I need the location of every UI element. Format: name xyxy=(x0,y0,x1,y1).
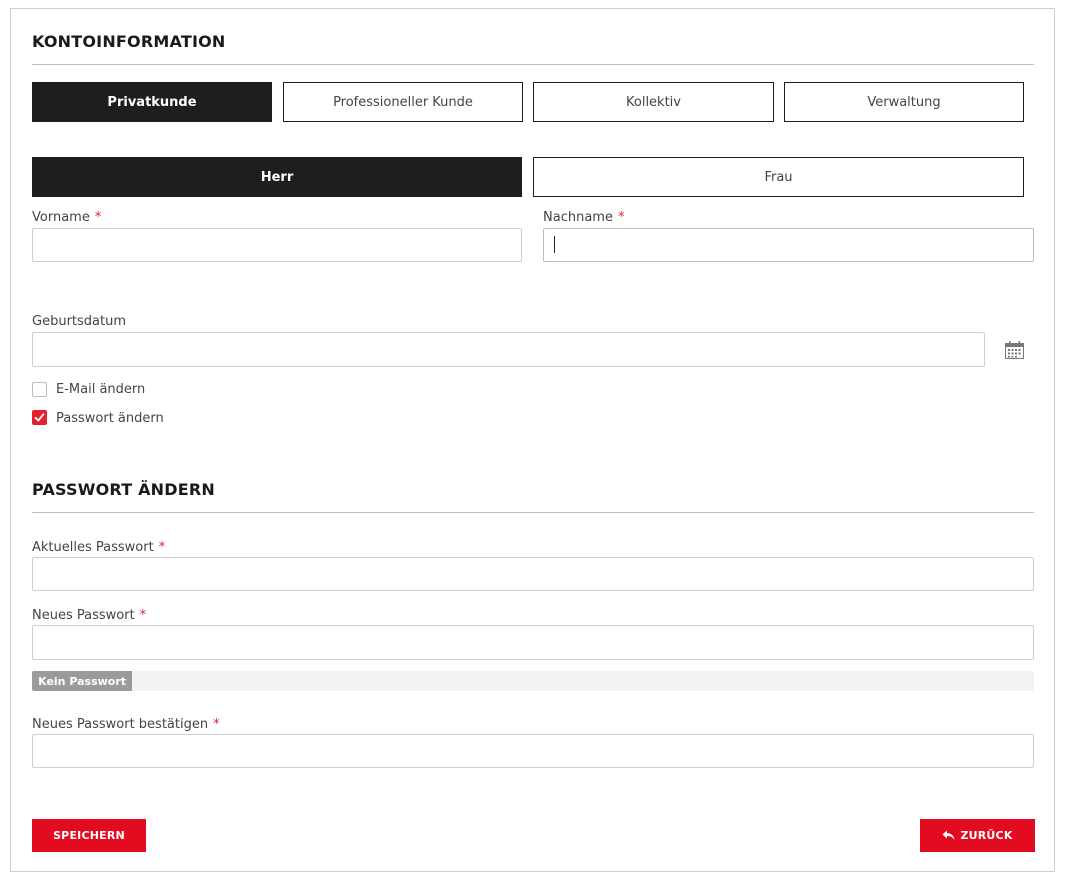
required-marker: * xyxy=(213,717,220,732)
password-strength-meter: Kein Passwort xyxy=(32,671,1034,691)
required-marker: * xyxy=(139,608,147,623)
account-form-card: KONTOINFORMATION Privatkunde Professione… xyxy=(10,8,1055,872)
current-password-input[interactable] xyxy=(32,557,1034,591)
checkmark-icon xyxy=(34,413,45,422)
reply-arrow-icon xyxy=(942,830,955,840)
salutation-herr[interactable]: Herr xyxy=(32,157,522,197)
account-section-title: KONTOINFORMATION xyxy=(32,32,226,51)
change-password-label: Passwort ändern xyxy=(56,411,164,426)
change-email-checkbox[interactable] xyxy=(32,382,47,397)
change-email-label: E-Mail ändern xyxy=(56,382,146,397)
customer-type-privatkunde[interactable]: Privatkunde xyxy=(32,82,272,122)
required-marker: * xyxy=(617,210,625,225)
text-cursor xyxy=(554,236,555,253)
new-password-input[interactable] xyxy=(32,625,1034,660)
birthdate-input[interactable] xyxy=(32,332,985,367)
current-password-label: Aktuelles Passwort * xyxy=(32,540,166,555)
confirm-password-input[interactable] xyxy=(32,734,1034,768)
customer-type-kollektiv[interactable]: Kollektiv xyxy=(533,82,774,122)
calendar-icon[interactable] xyxy=(1004,340,1025,360)
new-password-label: Neues Passwort * xyxy=(32,608,147,623)
password-section-title: PASSWORT ÄNDERN xyxy=(32,480,215,499)
change-password-checkbox[interactable] xyxy=(32,410,47,425)
last-name-field xyxy=(543,228,1034,262)
required-marker: * xyxy=(94,210,102,225)
password-section-divider xyxy=(32,512,1034,513)
last-name-label: Nachname * xyxy=(543,210,625,225)
account-section-divider xyxy=(32,64,1034,65)
last-name-input[interactable] xyxy=(543,228,1034,262)
required-marker: * xyxy=(158,540,166,555)
first-name-label: Vorname * xyxy=(32,210,102,225)
customer-type-professional[interactable]: Professioneller Kunde xyxy=(283,82,523,122)
first-name-input[interactable] xyxy=(32,228,522,262)
customer-type-verwaltung[interactable]: Verwaltung xyxy=(784,82,1024,122)
password-strength-fill: Kein Passwort xyxy=(32,671,133,691)
back-button-label: ZURÜCK xyxy=(960,829,1013,842)
back-button[interactable]: ZURÜCK xyxy=(920,819,1035,852)
confirm-password-label: Neues Passwort bestätigen * xyxy=(32,717,220,732)
salutation-frau[interactable]: Frau xyxy=(533,157,1024,197)
save-button[interactable]: SPEICHERN xyxy=(32,819,146,852)
birthdate-label: Geburtsdatum xyxy=(32,314,126,329)
